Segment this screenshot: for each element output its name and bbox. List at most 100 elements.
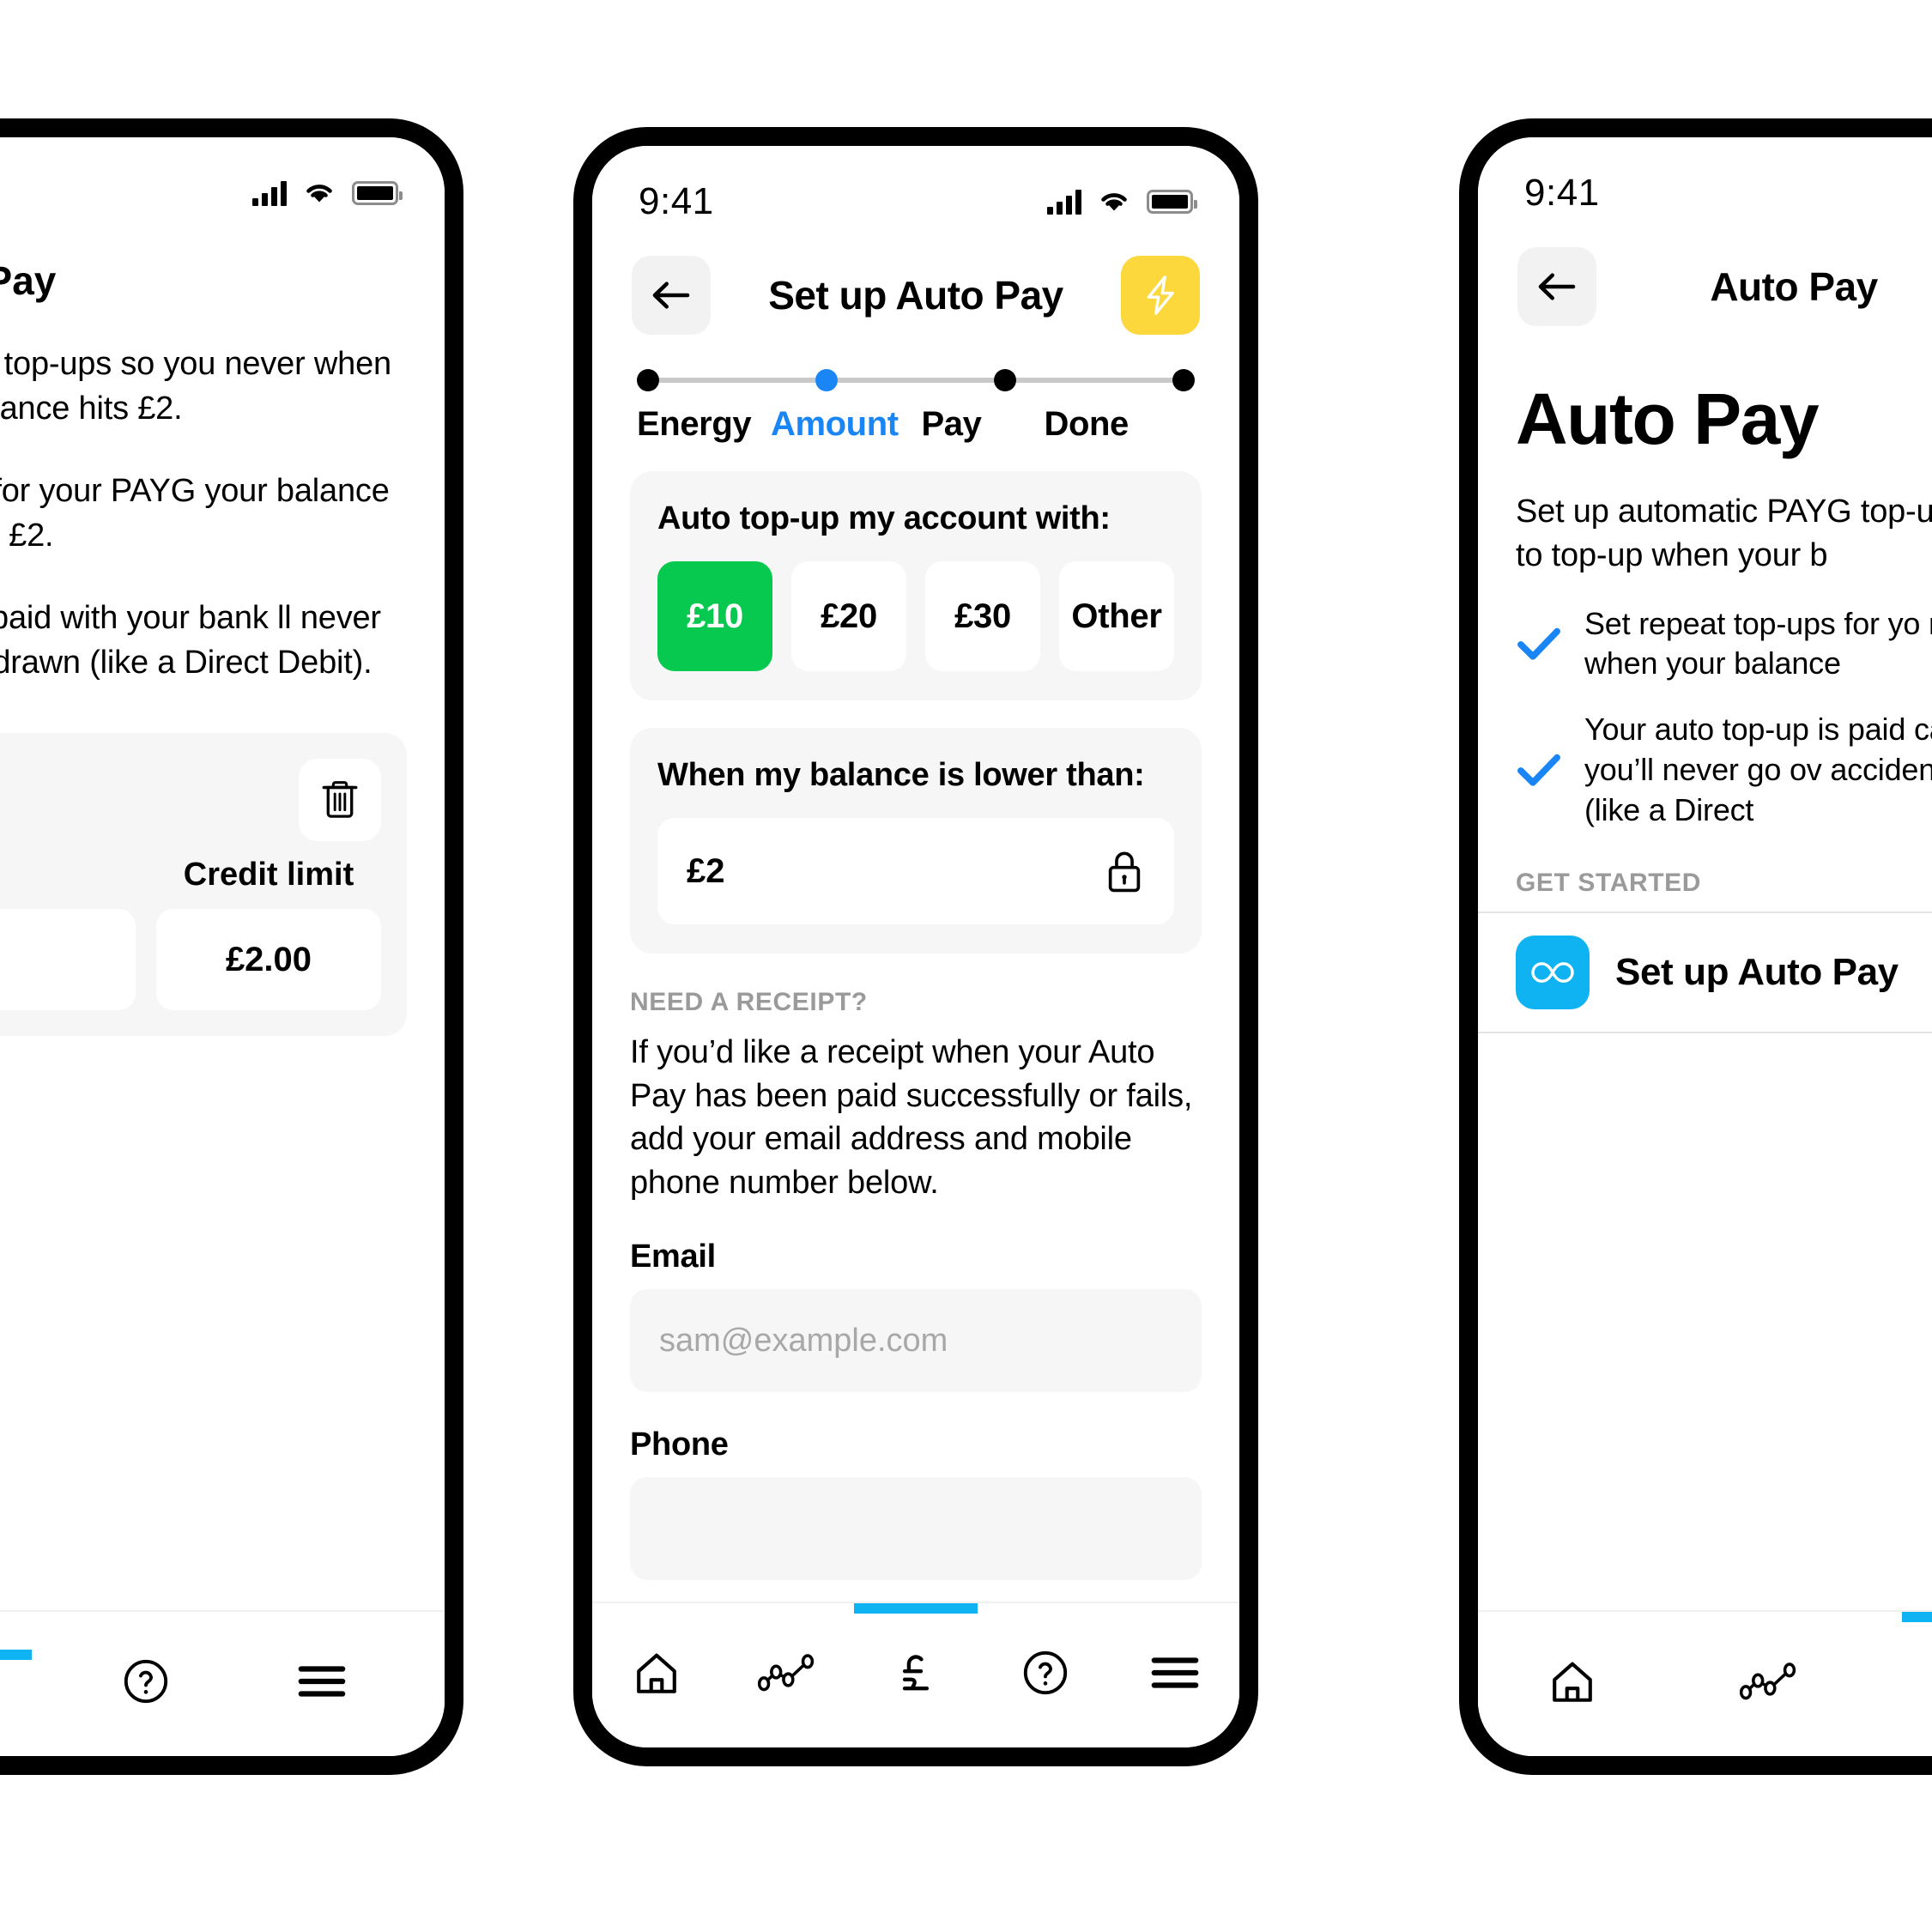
right-status-bar: 9:41 [1478,137,1932,220]
left-paragraph-2: op-ups for your PAYG your balance reache… [0,473,390,554]
credit-col-limit: Credit limit £2.00 [156,857,381,1011]
middle-tab-bar [592,1602,1239,1747]
step-label-energy[interactable]: Energy [637,405,771,444]
back-arrow-icon [652,282,690,309]
energy-boost-button[interactable] [1121,256,1200,335]
tab-payments[interactable] [853,1603,978,1705]
receipt-body-text: If you’d like a receipt when your Auto P… [630,1034,1193,1201]
usage-chart-icon [1740,1662,1796,1700]
left-body: c PAYG top-ups so you never when your ba… [0,342,445,685]
menu-icon [299,1666,346,1697]
phone-input[interactable] [659,1510,1172,1547]
signal-bars-icon [252,180,287,206]
left-status-icons [252,180,403,206]
step-label-pay[interactable]: Pay [922,405,1045,444]
back-button[interactable] [632,256,711,335]
topup-amount-panel: Auto top-up my account with: £10 £20 £30… [630,471,1202,700]
step-dot-pay[interactable] [994,369,1016,391]
receipt-eyebrow: NEED A RECEIPT? [630,988,868,1016]
amount-option-20[interactable]: £20 [791,561,906,671]
right-intro-text: Set up automatic PAYG top-u forget to to… [1516,494,1932,574]
topup-amount-options: £10 £20 £30 Other [657,561,1174,671]
benefit-text-2: Your auto top-up is paid card, so you’ll… [1584,712,1932,827]
credit-col-hidden [0,857,136,1011]
list-item-label: Set up Auto Pay [1615,950,1899,993]
check-icon [1517,754,1560,787]
step-label-amount[interactable]: Amount [771,405,922,444]
tab-payments[interactable] [0,1650,32,1713]
middle-status-bar: 9:41 [592,146,1239,228]
step-dot-energy[interactable] [637,369,659,391]
benefit-item-1: Set repeat top-ups for yo meter when you… [1478,578,1932,685]
balance-threshold-title: When my balance is lower than: [657,757,1145,793]
middle-status-time: 9:41 [639,180,714,222]
credit-row: Credit limit £2.00 [0,857,381,1011]
list-item-setup-auto-pay[interactable]: Set up Auto Pay [1478,911,1932,1033]
battery-icon [1147,190,1197,214]
left-page-title: Auto Pay [0,258,57,303]
phone-left: Auto Pay c PAYG top-ups so you never whe… [0,118,463,1775]
balance-threshold-field[interactable]: £2 [657,818,1174,924]
battery-icon [352,181,403,205]
tab-home[interactable] [617,1641,696,1705]
middle-status-icons [1047,189,1197,215]
lock-icon [1108,851,1141,893]
email-input-wrapper[interactable] [630,1289,1202,1393]
back-button[interactable] [1517,247,1596,326]
tab-usage[interactable] [1729,1650,1808,1713]
delete-button[interactable] [299,759,381,842]
infinity-icon-tile [1516,935,1590,1009]
page-title: Auto Pay [1710,264,1878,309]
left-paragraph-1: c PAYG top-ups so you never when your ba… [0,346,391,427]
tab-help[interactable] [106,1650,185,1713]
menu-icon [1151,1657,1198,1688]
left-tab-bar [0,1610,445,1756]
back-arrow-icon [1538,273,1576,300]
credit-hidden-value[interactable] [0,909,136,1011]
wifi-icon [1101,193,1127,211]
receipt-section: NEED A RECEIPT? If you’d like a receipt … [592,954,1239,1581]
page-title: Set up Auto Pay [768,273,1063,318]
step-dot-done[interactable] [1172,369,1195,391]
amount-option-other[interactable]: Other [1059,561,1174,671]
step-line-3 [1016,378,1172,383]
stepper-track [637,369,1195,391]
setup-stepper: Energy Amount Pay Done [592,340,1239,444]
step-dot-amount[interactable] [815,369,838,391]
middle-nav-bar: Set up Auto Pay [592,228,1239,340]
left-status-bar [0,137,445,220]
signal-bars-icon [1047,189,1081,215]
help-icon [124,1659,168,1704]
credit-limit-value[interactable]: £2.00 [156,909,381,1011]
lightning-bolt-icon [1147,276,1174,315]
step-line-1 [659,378,815,383]
tab-menu[interactable] [282,1650,361,1713]
tab-home[interactable] [1533,1650,1612,1713]
amount-option-30[interactable]: £30 [925,561,1040,671]
tab-menu[interactable] [1136,1641,1214,1705]
tab-usage[interactable] [747,1641,826,1705]
phone-middle: 9:41 Set up Auto Pay Energy Amount Pay D… [573,127,1258,1766]
pound-icon [902,1655,930,1691]
amount-option-10[interactable]: £10 [657,561,772,671]
right-tab-bar [1478,1610,1932,1756]
phone-input-wrapper[interactable] [630,1477,1202,1581]
stepper-labels: Energy Amount Pay Done [637,405,1195,444]
step-line-2 [838,378,994,383]
phone-right: 9:41 Auto Pay Auto Pay Set up automatic … [1459,118,1932,1775]
tab-payments[interactable] [1902,1612,1932,1713]
left-paragraph-3: p-up is paid with your bank ll never go … [0,600,381,681]
step-label-done[interactable]: Done [1045,405,1196,444]
check-icon [1517,628,1560,661]
topup-amount-title: Auto top-up my account with: [657,500,1111,536]
email-label: Email [630,1239,716,1275]
right-heading: Auto Pay [1516,379,1820,459]
wifi-icon [306,185,332,203]
tab-help[interactable] [1006,1641,1085,1705]
credit-hidden-label [0,857,136,893]
balance-threshold-panel: When my balance is lower than: £2 [630,728,1202,954]
help-icon [1023,1650,1067,1695]
tab-active-indicator [853,1603,978,1614]
email-input[interactable] [659,1322,1172,1360]
right-screen: 9:41 Auto Pay Auto Pay Set up automatic … [1478,137,1932,1756]
